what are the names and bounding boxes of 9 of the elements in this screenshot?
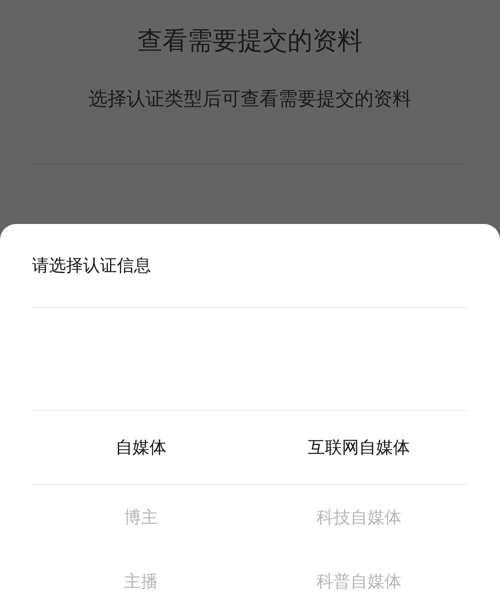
picker-option[interactable]: 自媒体: [116, 436, 166, 459]
picker-option[interactable]: 科技自媒体: [316, 506, 402, 528]
picker-option[interactable]: 博主: [124, 506, 158, 528]
sheet-title: 请选择认证信息: [32, 255, 151, 277]
picker-option[interactable]: 主播: [124, 570, 158, 592]
page-subtitle: 选择认证类型后可查看需要提交的资料: [88, 87, 412, 112]
picker-option[interactable]: 互联网自媒体: [308, 436, 410, 459]
picker-option[interactable]: 科普自媒体: [316, 570, 402, 592]
page-title: 查看需要提交的资料: [138, 25, 362, 57]
